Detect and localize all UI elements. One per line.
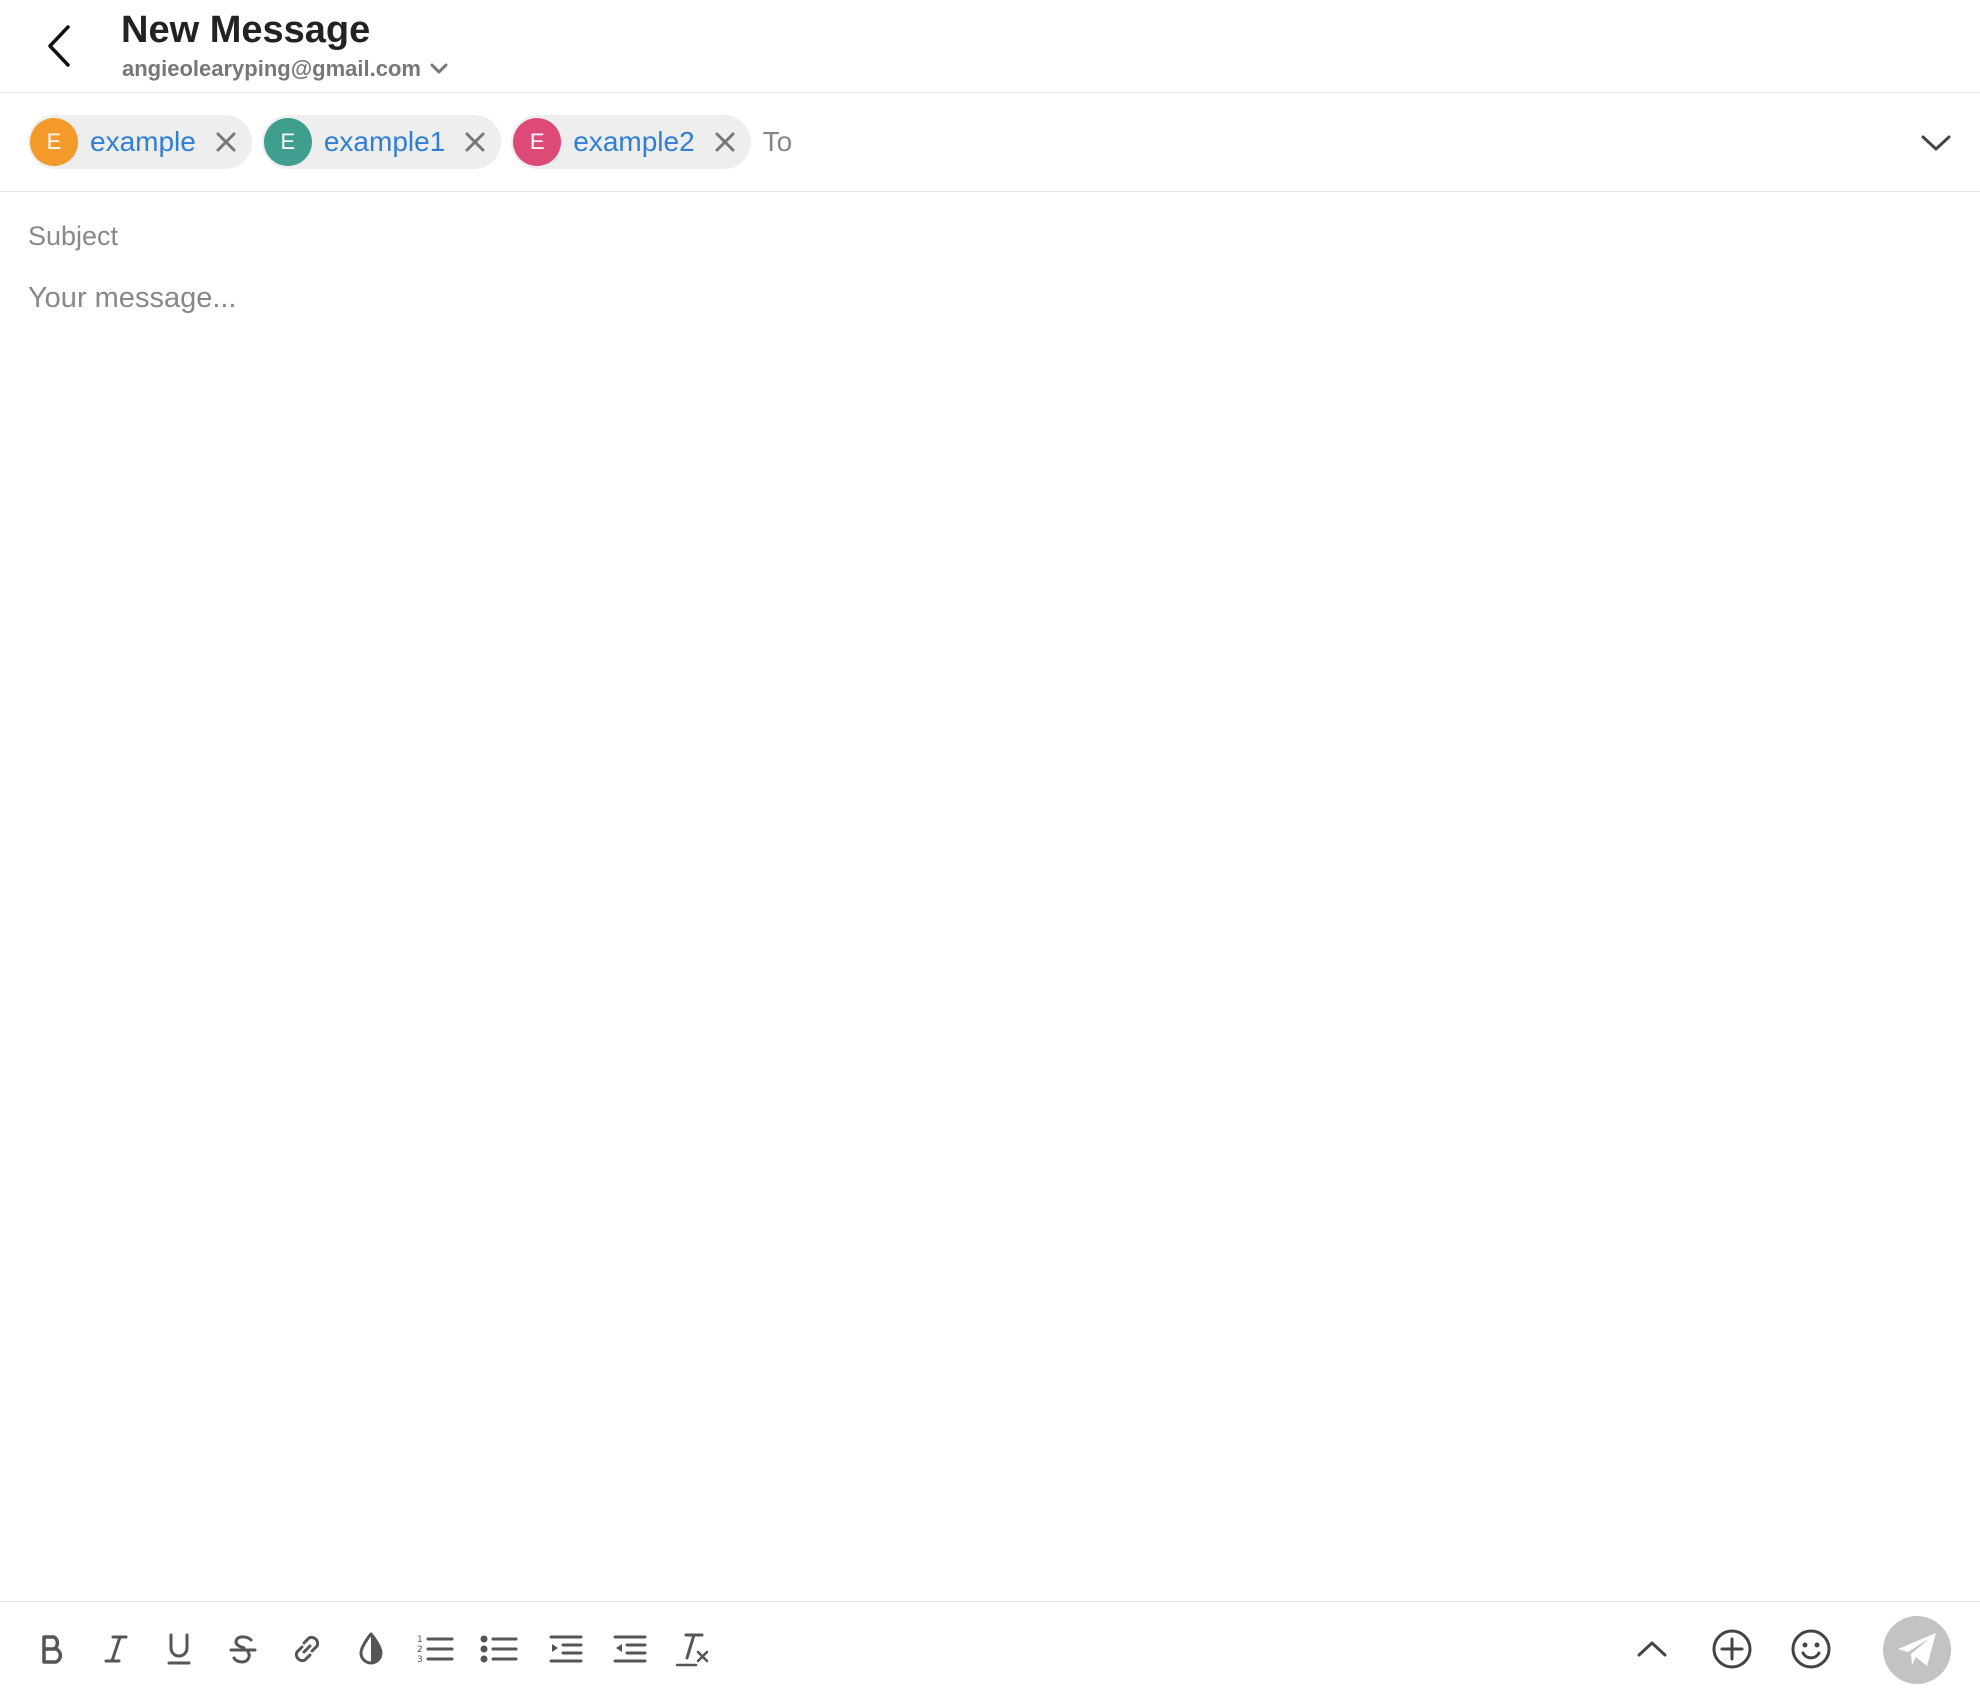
recipient-name: example2 [573, 126, 695, 157]
add-circle-icon [1712, 1629, 1752, 1669]
account-switcher[interactable]: angieolearyping@gmail.com [122, 54, 449, 84]
bold-icon [42, 1635, 63, 1664]
page-title: New Message [121, 9, 371, 51]
chevron-up-icon [1637, 1641, 1667, 1657]
chevron-left-icon [48, 25, 70, 67]
close-icon [465, 132, 485, 152]
outdent-icon [613, 1635, 647, 1663]
to-input[interactable]: To [763, 115, 883, 169]
expand-recipients-button[interactable] [1916, 123, 1956, 163]
emoji-icon [1791, 1629, 1831, 1669]
link-button[interactable] [280, 1622, 334, 1676]
close-icon [216, 132, 236, 152]
underline-button[interactable] [152, 1622, 206, 1676]
text-color-icon [359, 1632, 383, 1665]
recipient-chip[interactable]: E example2 [511, 115, 751, 169]
italic-icon [104, 1635, 128, 1663]
remove-recipient-button[interactable] [212, 128, 240, 156]
compose-header: New Message angieolearyping@gmail.com [0, 0, 1980, 93]
recipients-row: E example E example1 E example2 To [0, 93, 1980, 192]
avatar: E [513, 118, 562, 166]
text-color-button[interactable] [344, 1622, 398, 1676]
svg-text:2: 2 [417, 1645, 423, 1655]
recipient-name: example1 [323, 126, 446, 157]
indent-button[interactable] [539, 1622, 593, 1676]
recipient-name: example [90, 126, 196, 157]
underline-icon [167, 1633, 191, 1665]
subject-input[interactable]: Subject [28, 214, 928, 258]
clear-format-icon [675, 1633, 709, 1667]
clear-format-button[interactable] [666, 1622, 720, 1676]
send-button[interactable] [1883, 1616, 1951, 1684]
italic-button[interactable] [89, 1622, 143, 1676]
bold-button[interactable] [25, 1622, 79, 1676]
avatar: E [263, 118, 312, 166]
emoji-button[interactable] [1784, 1622, 1838, 1676]
bullet-list-icon [480, 1635, 518, 1663]
compose-screen: New Message angieolearyping@gmail.com E … [0, 0, 1980, 1694]
recipient-chip[interactable]: E example1 [261, 115, 502, 169]
strikethrough-icon [229, 1635, 257, 1664]
indent-icon [549, 1635, 583, 1663]
remove-recipient-button[interactable] [461, 128, 489, 156]
format-toolbar: 1 2 3 [0, 1601, 1980, 1694]
outdent-button[interactable] [603, 1622, 657, 1676]
numbered-list-button[interactable]: 1 2 3 [408, 1622, 462, 1676]
numbered-list-icon: 1 2 3 [417, 1635, 454, 1665]
send-icon [1898, 1633, 1936, 1666]
svg-text:3: 3 [417, 1655, 423, 1665]
avatar: E [30, 118, 78, 166]
collapse-toolbar-button[interactable] [1625, 1622, 1679, 1676]
back-button[interactable] [32, 16, 86, 76]
remove-recipient-button[interactable] [711, 128, 739, 156]
svg-text:1: 1 [417, 1635, 423, 1645]
chevron-down-icon [429, 62, 449, 76]
attach-button[interactable] [1705, 1622, 1759, 1676]
strikethrough-button[interactable] [216, 1622, 270, 1676]
chevron-down-icon [1921, 135, 1951, 151]
link-icon [294, 1635, 320, 1663]
account-email: angieolearyping@gmail.com [122, 56, 421, 81]
recipient-chip[interactable]: E example [28, 115, 252, 169]
recipient-chips: E example E example1 E example2 To [28, 115, 883, 169]
bullet-list-button[interactable] [472, 1622, 526, 1676]
close-icon [715, 132, 735, 152]
message-body[interactable]: Your message... [28, 276, 928, 320]
